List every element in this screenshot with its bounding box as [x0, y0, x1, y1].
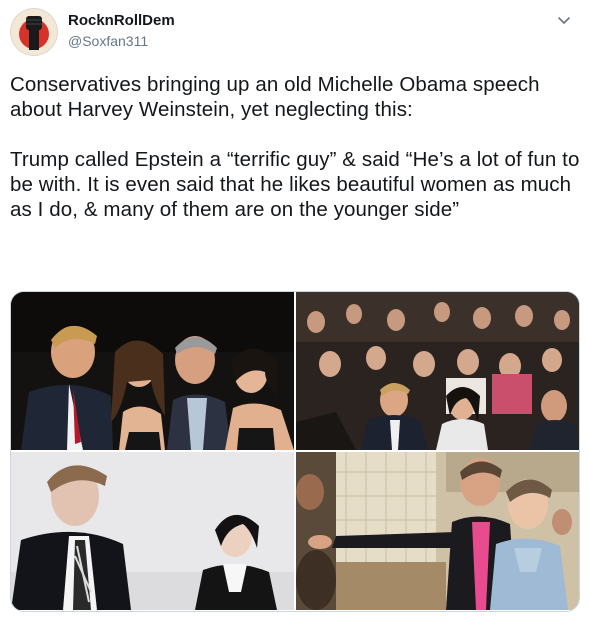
- photo-4[interactable]: [296, 452, 579, 610]
- tweet-paragraph-2: Trump called Epstein a “terrific guy” & …: [10, 148, 580, 221]
- raised-fist-icon: [12, 10, 56, 54]
- tweet-menu-button[interactable]: [556, 12, 572, 28]
- photo-1-image: [11, 292, 294, 450]
- chevron-down-icon: [558, 17, 570, 24]
- photo-3-image: [11, 452, 294, 610]
- user-handle[interactable]: @Soxfan311: [68, 33, 148, 49]
- photo-2-image: [296, 292, 579, 450]
- photo-1[interactable]: [11, 292, 294, 450]
- display-name[interactable]: RocknRollDem: [68, 12, 175, 29]
- tweet-text: Conservatives bringing up an old Michell…: [10, 72, 582, 222]
- photo-2[interactable]: [296, 292, 579, 450]
- tweet-paragraph-1: Conservatives bringing up an old Michell…: [10, 73, 540, 121]
- avatar[interactable]: [10, 8, 58, 56]
- photo-4-image: [296, 452, 579, 610]
- photo-3[interactable]: [11, 452, 294, 610]
- media-grid: [10, 291, 580, 612]
